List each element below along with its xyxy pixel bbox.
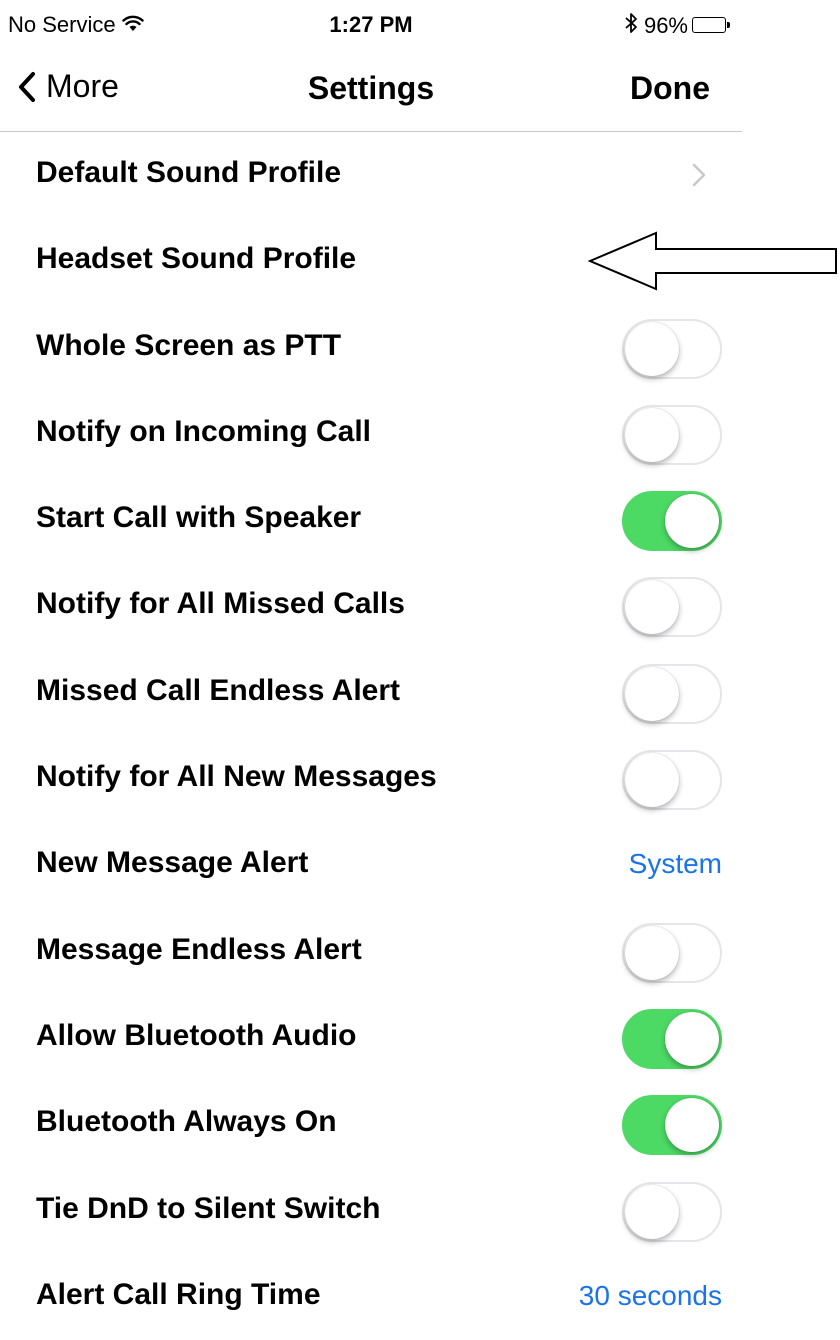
settings-screen: No Service 1:27 PM 96% More Settings Don…	[0, 0, 742, 1316]
setting-tie-dnd-silent-switch: Tie DnD to Silent Switch	[0, 1168, 742, 1254]
message-endless-alert-toggle[interactable]	[622, 922, 722, 983]
setting-label: Message Endless Alert	[36, 932, 362, 966]
chevron-left-icon	[19, 71, 35, 102]
back-button-label: More	[46, 68, 119, 104]
setting-start-call-speaker: Start Call with Speaker	[0, 477, 742, 563]
setting-label: Tie DnD to Silent Switch	[36, 1191, 381, 1225]
setting-default-sound-profile[interactable]: Default Sound Profile	[0, 132, 742, 218]
navigation-bar: More Settings Done	[0, 50, 742, 132]
bluetooth-icon	[624, 12, 638, 40]
allow-bluetooth-audio-toggle[interactable]	[622, 1008, 722, 1069]
notify-new-messages-toggle[interactable]	[622, 750, 722, 811]
start-call-speaker-toggle[interactable]	[622, 491, 722, 552]
setting-label: Notify for All Missed Calls	[36, 587, 405, 621]
new-message-alert-value[interactable]: System	[629, 848, 722, 880]
tie-dnd-silent-switch-toggle[interactable]	[622, 1181, 722, 1242]
setting-notify-new-messages: Notify for All New Messages	[0, 736, 742, 822]
status-right: 96%	[624, 12, 732, 40]
setting-label: Whole Screen as PTT	[36, 328, 342, 362]
whole-screen-ptt-toggle[interactable]	[622, 318, 722, 379]
setting-alert-call-ring-time[interactable]: Alert Call Ring Time 30 seconds	[0, 1254, 742, 1340]
setting-notify-missed-calls: Notify for All Missed Calls	[0, 563, 742, 649]
setting-label: Notify for All New Messages	[36, 760, 437, 794]
bluetooth-always-on-toggle[interactable]	[622, 1095, 722, 1156]
setting-label: Start Call with Speaker	[36, 501, 362, 535]
battery-icon	[692, 17, 732, 35]
setting-allow-bluetooth-audio: Allow Bluetooth Audio	[0, 995, 742, 1081]
setting-label: Allow Bluetooth Audio	[36, 1018, 357, 1052]
battery-percent: 96%	[643, 13, 688, 38]
setting-missed-call-endless-alert: Missed Call Endless Alert	[0, 650, 742, 736]
missed-call-endless-alert-toggle[interactable]	[622, 663, 722, 724]
setting-label: New Message Alert	[36, 846, 309, 880]
setting-notify-incoming-call: Notify on Incoming Call	[0, 391, 742, 477]
status-bar: No Service 1:27 PM 96%	[0, 0, 742, 50]
settings-list: Default Sound Profile Headset Sound Prof…	[0, 132, 742, 1340]
setting-label: Notify on Incoming Call	[36, 414, 371, 448]
setting-new-message-alert[interactable]: New Message Alert System	[0, 822, 742, 908]
setting-label: Default Sound Profile	[36, 156, 342, 189]
setting-whole-screen-ptt: Whole Screen as PTT	[0, 305, 742, 391]
back-button[interactable]: More	[18, 68, 119, 105]
setting-message-endless-alert: Message Endless Alert	[0, 909, 742, 995]
setting-bluetooth-always-on: Bluetooth Always On	[0, 1081, 742, 1167]
done-button[interactable]: Done	[630, 70, 710, 107]
notify-missed-calls-toggle[interactable]	[622, 577, 722, 638]
setting-label: Bluetooth Always On	[36, 1105, 337, 1139]
alert-call-ring-time-value[interactable]: 30 seconds	[579, 1280, 722, 1312]
chevron-right-icon	[692, 163, 706, 192]
notify-incoming-call-toggle[interactable]	[622, 404, 722, 465]
setting-label: Headset Sound Profile	[36, 242, 357, 276]
annotation-arrow-icon	[588, 231, 837, 291]
setting-label: Alert Call Ring Time	[36, 1277, 321, 1311]
setting-label: Missed Call Endless Alert	[36, 673, 401, 707]
